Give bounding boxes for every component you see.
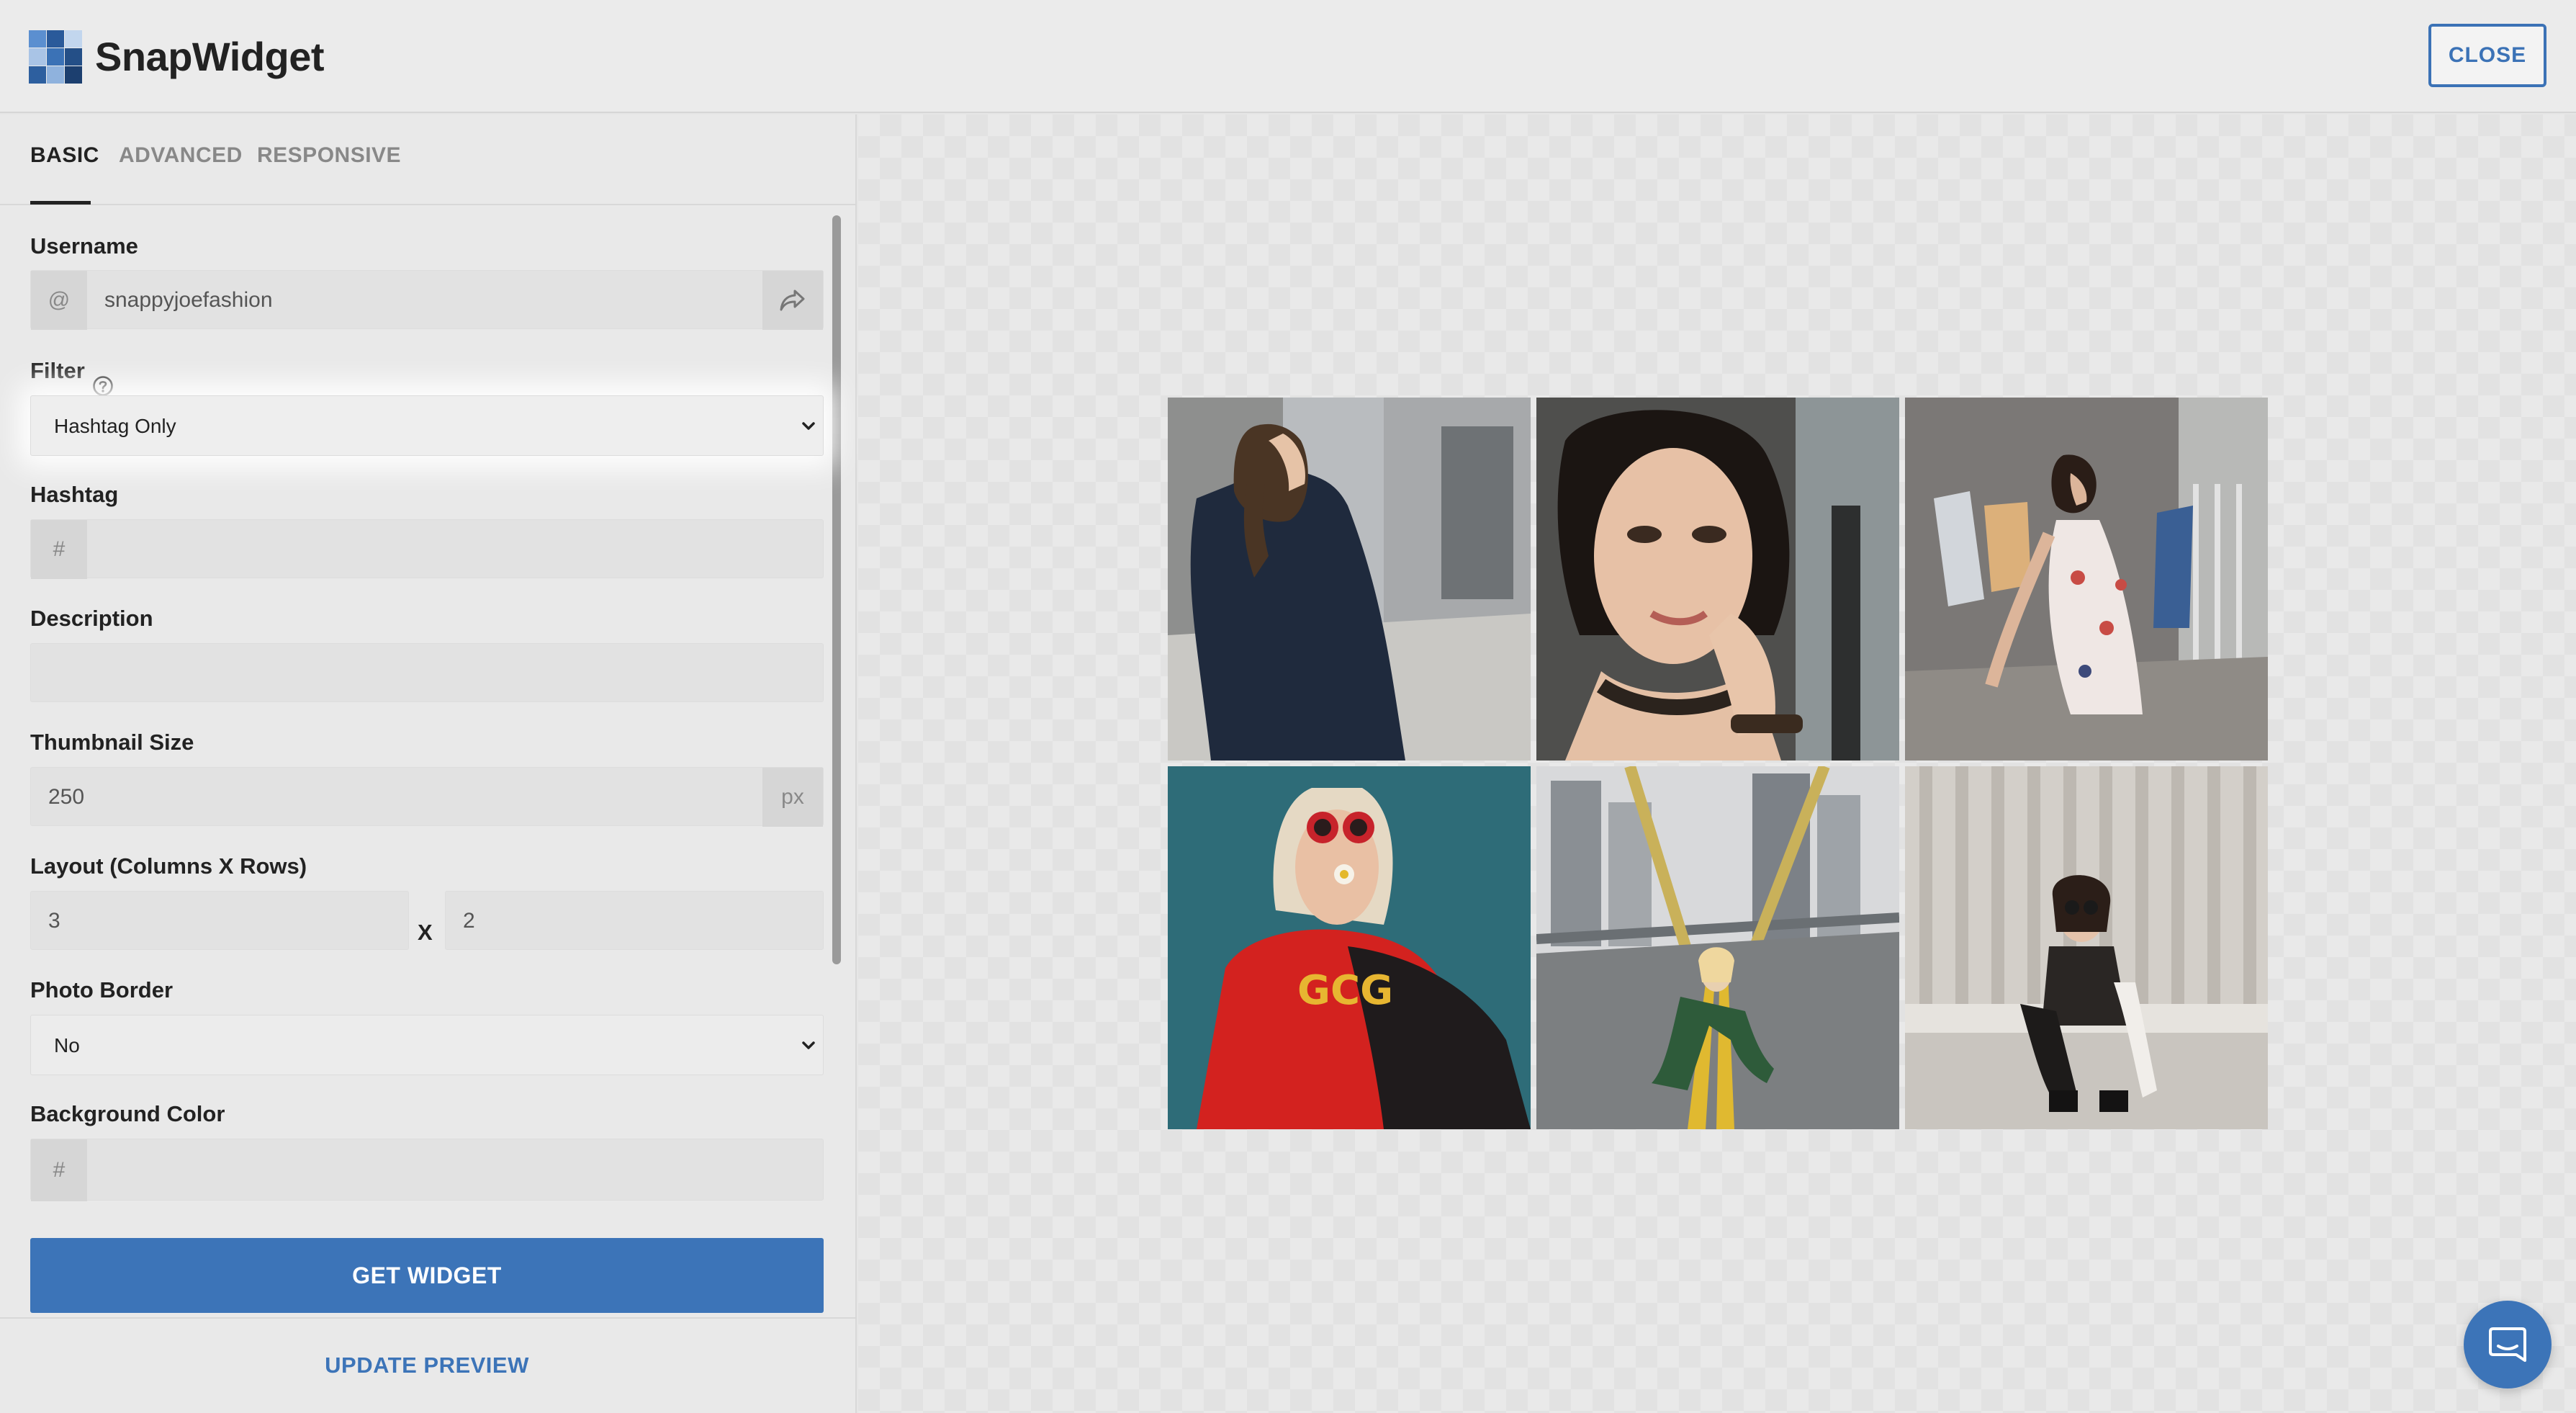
preview-photo-4[interactable]: GCG [1168,766,1531,1129]
px-suffix: px [762,768,823,827]
form-scrollbar[interactable] [832,215,841,964]
tab-basic[interactable]: BASIC [30,143,99,168]
chevron-down-icon [802,1041,815,1049]
filter-select[interactable]: Hashtag Only [30,395,824,456]
username-value[interactable]: snappyjoefashion [104,271,273,330]
thumbnail-size-label: Thumbnail Size [30,730,194,755]
hashtag-label: Hashtag [30,482,119,507]
share-icon[interactable] [779,288,806,313]
background-color-label: Background Color [30,1101,225,1126]
layout-separator: X [418,920,433,945]
description-field[interactable] [30,643,824,702]
preview-photo-3[interactable] [1905,398,2268,761]
layout-rows-field[interactable]: 2 [445,891,824,950]
update-preview-button[interactable]: UPDATE PREVIEW [30,1344,824,1387]
photo-woman-plaid-coat-icon [1168,398,1531,761]
photo-woman-bridge-road-icon [1536,766,1899,1129]
settings-tabs: BASIC ADVANCED RESPONSIVE [0,115,855,205]
layout-label: Layout (Columns X Rows) [30,853,307,879]
thumbnail-size-field[interactable]: 250 px [30,767,824,827]
close-button[interactable]: CLOSE [2428,24,2546,87]
hash-prefix: # [31,520,87,579]
photo-woman-portrait-icon [1536,398,1899,761]
photo-border-selected-value: No [54,1034,80,1057]
photo-woman-sunglasses-icon: GCG [1168,766,1531,1129]
preview-photo-1[interactable] [1168,398,1531,761]
active-tab-indicator [30,201,91,205]
layout-columns-value[interactable]: 3 [48,892,60,951]
layout-columns-field[interactable]: 3 [30,891,409,950]
username-field[interactable]: @ snappyjoefashion [30,270,824,330]
filter-label: Filter [30,358,85,383]
layout-rows-value[interactable]: 2 [463,892,475,951]
preview-photo-6[interactable] [1905,766,2268,1129]
filter-selected-value: Hashtag Only [54,415,176,437]
preview-photo-2[interactable] [1536,398,1899,761]
tab-advanced[interactable]: ADVANCED [119,143,243,168]
hashtag-field[interactable]: # [30,519,824,579]
chevron-down-icon [802,422,815,430]
preview-photo-5[interactable] [1536,766,1899,1129]
widget-preview-area [858,115,2576,1413]
photo-border-select[interactable]: No [30,1015,824,1075]
help-circle-icon[interactable] [92,375,114,397]
snapwidget-logo-icon [29,30,82,84]
chat-launcher-button[interactable] [2464,1301,2552,1389]
at-prefix: @ [31,271,87,330]
thumbnail-size-value[interactable]: 250 [48,768,84,827]
background-color-field[interactable]: # [30,1139,824,1201]
get-widget-button[interactable]: GET WIDGET [30,1238,824,1313]
brand-name: SnapWidget [95,34,325,79]
settings-sidebar: BASIC ADVANCED RESPONSIVE Username @ sna… [0,115,857,1413]
share-addon[interactable] [762,271,823,330]
username-label: Username [30,233,138,259]
photo-border-label: Photo Border [30,977,174,1002]
app-root: SnapWidget CLOSE BASIC ADVANCED RESPONSI… [0,0,2576,1413]
photo-woman-curtain-icon [1905,766,2268,1129]
description-label: Description [30,606,153,631]
photo-woman-floral-dress-icon [1905,398,2268,761]
svg-text:GCG: GCG [1297,967,1393,1014]
chat-icon [2489,1327,2526,1362]
tab-responsive[interactable]: RESPONSIVE [257,143,401,168]
hash-prefix: # [31,1139,87,1201]
header-bar: SnapWidget CLOSE [0,0,2576,113]
